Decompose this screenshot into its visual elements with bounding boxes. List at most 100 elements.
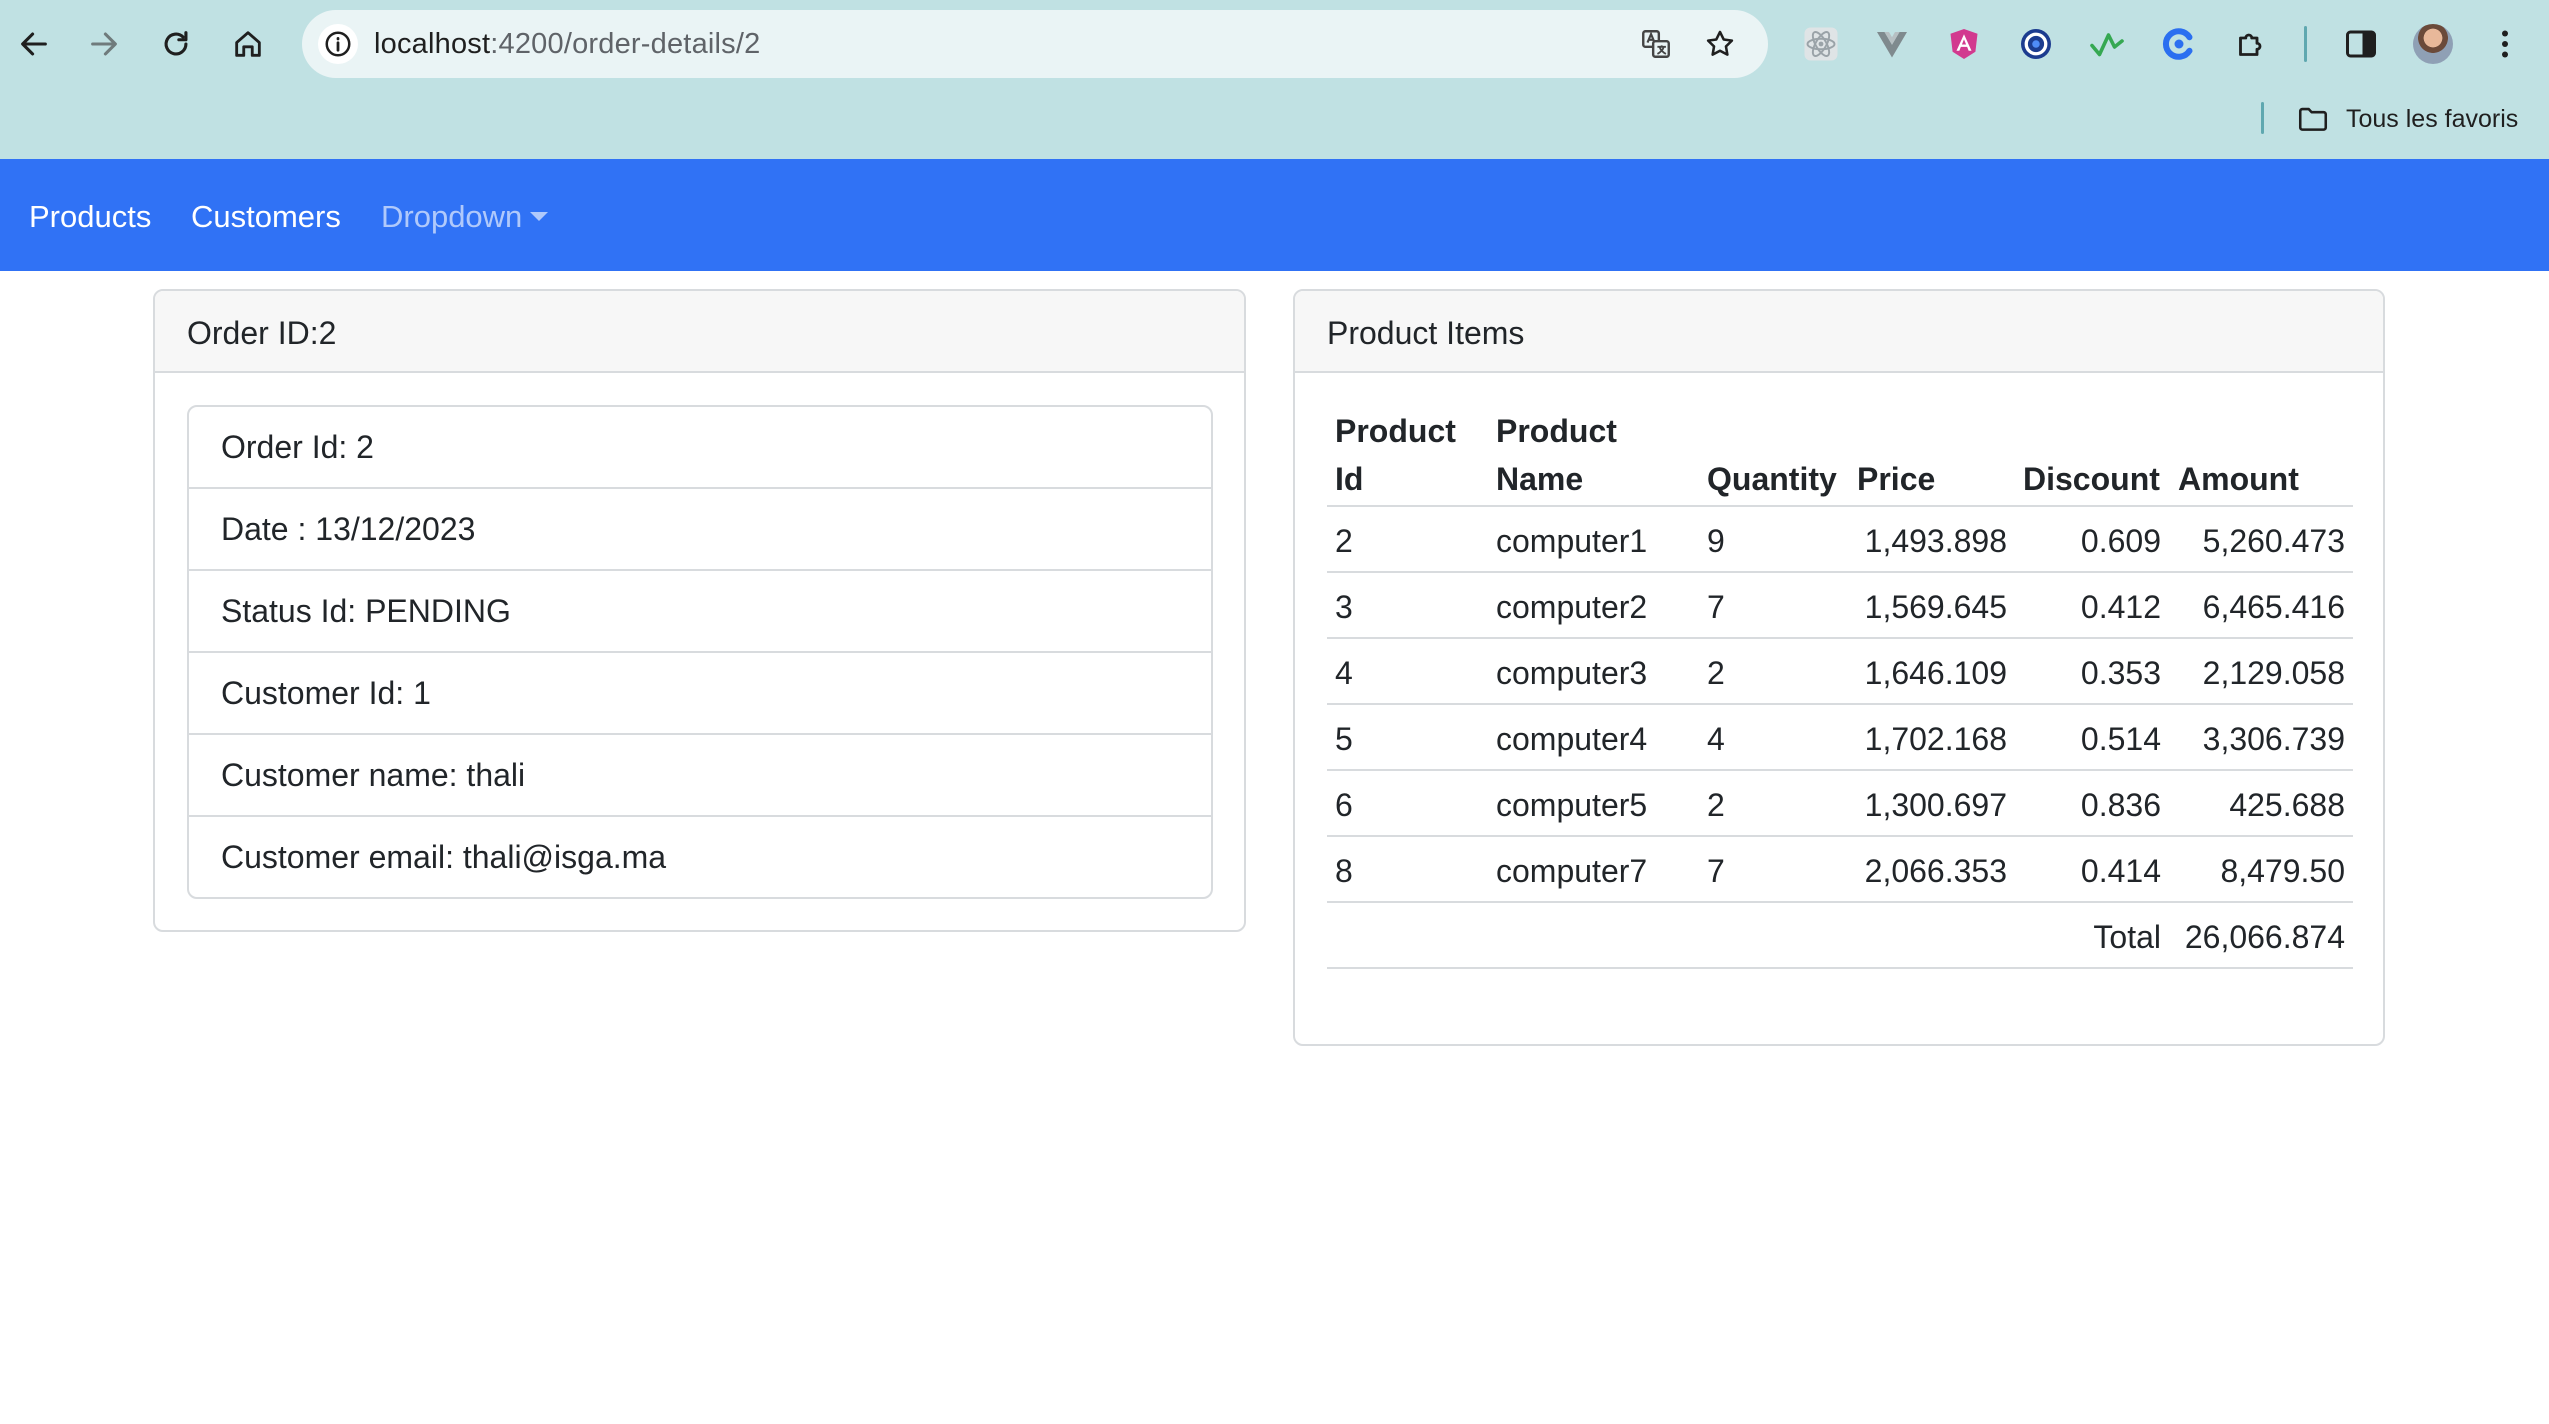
url-host: localhost [374, 28, 491, 60]
nav-products-link[interactable]: Products [29, 199, 151, 235]
product-items-card: Product Items Product Id Product Name Qu… [1293, 289, 2385, 1046]
extensions-puzzle-icon[interactable] [2229, 22, 2273, 66]
cell-discount: 0.412 [2080, 589, 2161, 625]
cell-product-name: computer5 [1496, 787, 1648, 823]
url-path: :4200/order-details/2 [490, 28, 761, 60]
extension-blue-c-icon[interactable] [2157, 22, 2201, 66]
profile-avatar[interactable] [2413, 24, 2453, 64]
arrow-right-icon [91, 32, 117, 56]
cell-price: 1,702.168 [1864, 721, 2007, 757]
extension-blue-circle-icon[interactable] [2014, 22, 2058, 66]
react-devtools-icon[interactable] [1799, 22, 1843, 66]
app-navbar: Products Customers Dropdown [0, 159, 2549, 271]
total-value: 26,066.874 [2184, 919, 2345, 955]
product-items-table: Product Id Product Name Quantity Price D… [1327, 403, 2353, 969]
table-row: 4 computer3 2 1,646.109 0.353 2,129.058 [1327, 639, 2353, 705]
column-header-product-id: Product Id [1335, 407, 1456, 503]
order-details-list: Order Id: 2 Date : 13/12/2023 Status Id:… [187, 405, 1213, 899]
customer-name-item: Customer name: thali [189, 735, 1211, 817]
table-row: 3 computer2 7 1,569.645 0.412 6,465.416 [1327, 573, 2353, 639]
browser-toolbar: localhost:4200/order-details/2 Tous les … [0, 0, 2549, 159]
column-header-product-name-line2: Name [1496, 461, 1584, 497]
cell-discount: 0.514 [2080, 721, 2161, 757]
column-header-quantity: Quantity [1707, 461, 1837, 497]
column-header-discount: Discount [2023, 461, 2160, 497]
cell-amount: 6,465.416 [2202, 589, 2345, 625]
back-button[interactable] [6, 16, 62, 72]
cell-product-id: 4 [1335, 655, 1353, 691]
table-row: 6 computer5 2 1,300.697 0.836 425.688 [1327, 771, 2353, 837]
cell-price: 1,646.109 [1864, 655, 2007, 691]
table-total-row: Total 26,066.874 [1327, 903, 2353, 969]
column-header-product-name: Product Name [1496, 407, 1617, 503]
cell-product-name: computer3 [1496, 655, 1648, 691]
cell-product-id: 8 [1335, 853, 1353, 889]
translate-icon[interactable] [1636, 24, 1676, 64]
angular-devtools-icon[interactable] [1942, 22, 1986, 66]
bookmarks-separator [2261, 102, 2264, 134]
cell-product-id: 3 [1335, 589, 1353, 625]
order-card-header: Order ID:2 [155, 291, 1244, 373]
cell-quantity: 4 [1707, 721, 1725, 757]
vue-devtools-icon[interactable] [1870, 22, 1914, 66]
cell-amount: 8,479.50 [2220, 853, 2345, 889]
column-header-product-id-line2: Id [1335, 461, 1364, 497]
table-row: 5 computer4 4 1,702.168 0.514 3,306.739 [1327, 705, 2353, 771]
bookmarks-all[interactable]: Tous les favoris [2296, 102, 2518, 136]
cell-price: 1,569.645 [1864, 589, 2007, 625]
customer-email-item: Customer email: thali@isga.ma [221, 839, 667, 875]
order-id-item: Order Id: 2 [189, 407, 1211, 489]
order-card: Order ID:2 Order Id: 2 Date : 13/12/2023… [153, 289, 1246, 932]
forward-button[interactable] [76, 16, 132, 72]
folder-icon [2298, 107, 2328, 131]
cell-quantity: 9 [1707, 523, 1725, 559]
column-header-product-id-line1: Product [1335, 413, 1456, 449]
address-bar[interactable]: localhost:4200/order-details/2 [302, 10, 1768, 78]
cell-price: 1,493.898 [1864, 523, 2007, 559]
cell-discount: 0.609 [2080, 523, 2161, 559]
cell-price: 1,300.697 [1864, 787, 2007, 823]
table-header-row: Product Id Product Name Quantity Price D… [1327, 403, 2353, 507]
table-row: 2 computer1 9 1,493.898 0.609 5,260.473 [1327, 507, 2353, 573]
order-status-item: Status Id: PENDING [189, 571, 1211, 653]
cell-price: 2,066.353 [1864, 853, 2007, 889]
cell-quantity: 2 [1707, 655, 1725, 691]
cell-discount: 0.353 [2080, 655, 2161, 691]
cell-discount: 0.836 [2080, 787, 2161, 823]
url-text[interactable]: localhost:4200/order-details/2 [374, 28, 760, 61]
arrow-left-icon [21, 32, 47, 56]
cell-quantity: 7 [1707, 853, 1725, 889]
customer-id-item: Customer Id: 1 [189, 653, 1211, 735]
cell-product-id: 6 [1335, 787, 1353, 823]
cell-product-name: computer1 [1496, 523, 1648, 559]
dropdown-label: Dropdown [381, 199, 523, 234]
column-header-product-name-line1: Product [1496, 413, 1617, 449]
cell-amount: 3,306.739 [2202, 721, 2345, 757]
product-items-header: Product Items [1295, 291, 2383, 373]
total-label: Total [2093, 919, 2161, 955]
cell-product-name: computer2 [1496, 589, 1648, 625]
nav-dropdown-toggle[interactable]: Dropdown [381, 199, 549, 235]
home-button[interactable] [220, 16, 276, 72]
bookmarks-label: Tous les favoris [2346, 104, 2519, 133]
home-icon [235, 31, 261, 57]
cell-quantity: 2 [1707, 787, 1725, 823]
cell-amount: 5,260.473 [2202, 523, 2345, 559]
browser-menu-icon[interactable] [2483, 22, 2527, 66]
reload-button[interactable] [148, 16, 204, 72]
cell-product-id: 5 [1335, 721, 1353, 757]
side-panel-icon[interactable] [2339, 22, 2383, 66]
cell-discount: 0.414 [2080, 853, 2161, 889]
toolbar-separator [2304, 26, 2307, 62]
cell-product-id: 2 [1335, 523, 1353, 559]
bookmark-star-icon[interactable] [1700, 24, 1740, 64]
site-info-icon[interactable] [318, 24, 358, 64]
cell-quantity: 7 [1707, 589, 1725, 625]
nav-customers-link[interactable]: Customers [191, 199, 341, 235]
order-date-item: Date : 13/12/2023 [189, 489, 1211, 571]
reload-icon [164, 31, 188, 56]
cell-amount: 425.688 [2229, 787, 2345, 823]
table-row: 8 computer7 7 2,066.353 0.414 8,479.50 [1327, 837, 2353, 903]
caret-down-icon [530, 212, 549, 222]
extension-green-wave-icon[interactable] [2085, 22, 2129, 66]
